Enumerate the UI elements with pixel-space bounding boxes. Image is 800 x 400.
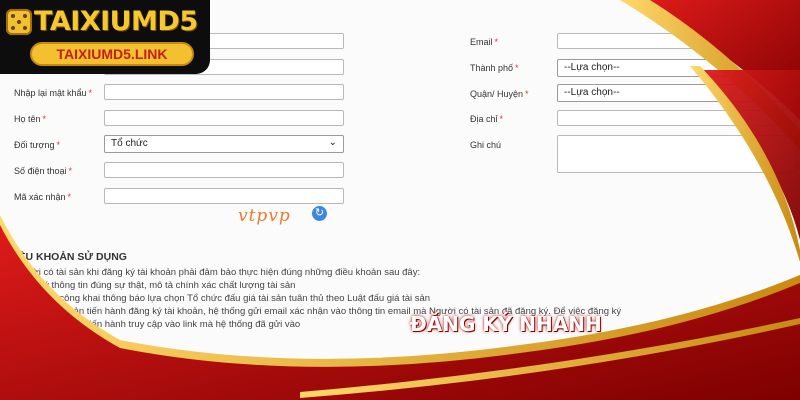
terms-content: Người có tài sản khi đăng ký tài khoản p… [14, 266, 800, 331]
terms-line: Người có tài sản tiến hành đăng ký tài k… [14, 306, 622, 317]
phone-label: Số điện thoại * [14, 166, 73, 176]
email-input[interactable] [557, 33, 797, 49]
note-textarea[interactable] [557, 135, 797, 173]
terms-line: Thực hiện công khai thông báo lựa chọn T… [14, 293, 431, 304]
brand-logo: TAIXIUMD5 TAIXIUMD5.LINK [0, 0, 210, 74]
email-label: Email * [470, 37, 499, 47]
district-select[interactable]: --Lựa chọn-- [557, 84, 797, 102]
quick-register-banner: ĐĂNG KÝ NHANH [410, 312, 602, 336]
address-label: Địa chỉ * [470, 114, 504, 124]
dice-icon [6, 9, 32, 35]
city-select-value: --Lựa chọn-- [564, 62, 620, 73]
district-select-value: --Lựa chọn-- [564, 87, 620, 98]
note-label: Ghi chú [470, 140, 502, 150]
terms-line: Người có tài sản tiến hành truy cập vào … [14, 319, 301, 330]
brand-url[interactable]: TAIXIUMD5.LINK [30, 42, 194, 66]
captcha-image: vtpvp [238, 206, 291, 226]
address-input[interactable] [557, 110, 797, 126]
district-label: Quận/ Huyện * [470, 89, 529, 99]
terms-title: ĐIỀU KHOẢN SỬ DỤNG [8, 251, 127, 263]
fullname-input[interactable] [104, 110, 344, 126]
subject-label: Đối tượng * [14, 140, 60, 150]
subject-select[interactable]: Tổ chức ⌄ [104, 135, 344, 153]
agree-checkbox[interactable] [318, 359, 329, 370]
city-select[interactable]: --Lựa chọn-- [557, 59, 797, 77]
city-label: Thành phố * [470, 63, 519, 73]
chevron-down-icon: ⌄ [328, 137, 337, 148]
agree-label: Tôi đồng ý với các điều khoản như trên [334, 359, 474, 369]
terms-line: Đăng ký thông tin đúng sự thật, mô tả ch… [14, 280, 296, 291]
captcha-input[interactable] [104, 188, 344, 204]
terms-line: Người có tài sản khi đăng ký tài khoản p… [14, 267, 421, 278]
subject-select-value: Tổ chức [111, 138, 148, 149]
confirm-password-input[interactable] [104, 84, 344, 100]
phone-input[interactable] [104, 162, 344, 178]
agree-terms[interactable]: Tôi đồng ý với các điều khoản như trên [318, 359, 473, 370]
refresh-captcha-icon[interactable]: ↻ [312, 206, 327, 221]
brand-title: TAIXIUMD5 [34, 6, 198, 37]
fullname-label: Họ tên * [14, 114, 47, 124]
confirm-password-label: Nhập lại mật khẩu * [14, 88, 93, 98]
captcha-label: Mã xác nhận * [14, 192, 72, 202]
